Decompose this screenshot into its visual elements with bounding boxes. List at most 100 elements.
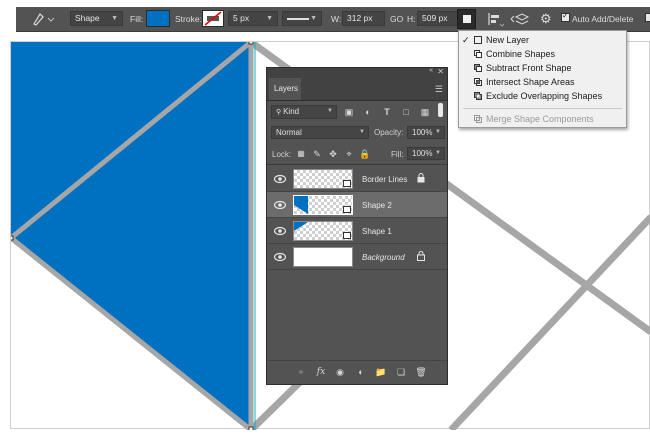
lock-icon bbox=[417, 251, 425, 261]
lock-image-icon[interactable]: ✎ bbox=[311, 148, 323, 160]
menu-item-label: New Layer bbox=[486, 35, 530, 45]
align-left-icon bbox=[488, 13, 505, 27]
menu-item-subtract-front-shape[interactable]: Subtract Front Shape bbox=[459, 61, 626, 75]
height-field[interactable]: 509 px bbox=[417, 11, 460, 26]
stroke-label: Stroke: bbox=[175, 14, 202, 24]
layer-thumbnail bbox=[293, 247, 353, 267]
opacity-field[interactable]: 100% ▼ bbox=[407, 126, 445, 139]
lock-position-icon[interactable]: ✥ bbox=[327, 148, 339, 160]
subtract-front-shape-icon bbox=[474, 64, 482, 72]
tab-layers[interactable]: Layers bbox=[269, 78, 301, 100]
layer-row-background[interactable]: Background bbox=[267, 244, 447, 270]
opacity-label: Opacity: bbox=[374, 128, 404, 137]
link-layers-icon[interactable]: ⚭ bbox=[295, 366, 307, 378]
menu-item-label: Merge Shape Components bbox=[486, 114, 594, 124]
merge-shape-components-icon bbox=[474, 115, 482, 123]
menu-item-label: Intersect Shape Areas bbox=[486, 77, 575, 87]
menu-separator bbox=[463, 108, 622, 109]
menu-item-exclude-overlapping-shapes[interactable]: Exclude Overlapping Shapes bbox=[459, 89, 626, 103]
checkmark-icon: ✓ bbox=[462, 35, 470, 45]
stroke-width-field[interactable]: 5 px ▼ bbox=[228, 11, 278, 26]
divider bbox=[267, 164, 447, 165]
tool-preset-picker[interactable] bbox=[28, 10, 56, 28]
anchor-point bbox=[248, 42, 254, 45]
smart-object-filter-icon[interactable]: ▦ bbox=[419, 106, 431, 118]
menu-item-combine-shapes[interactable]: Combine Shapes bbox=[459, 47, 626, 61]
adjustment-layer-icon[interactable]: ◐ bbox=[355, 366, 367, 378]
stroke-type-select[interactable]: ▼ bbox=[282, 11, 322, 26]
lock-transparency-icon[interactable]: ▦ bbox=[295, 148, 307, 160]
tool-mode-value: Shape bbox=[75, 13, 100, 23]
eye-icon[interactable] bbox=[274, 226, 286, 236]
settings-button[interactable]: ⚙ bbox=[539, 10, 555, 28]
fx-icon[interactable]: fx bbox=[315, 366, 327, 378]
layer-row-shape-1[interactable]: Shape 1 bbox=[267, 218, 447, 244]
menu-item-intersect-shape-areas[interactable]: Intersect Shape Areas bbox=[459, 75, 626, 89]
eye-icon[interactable] bbox=[274, 174, 286, 184]
type-filter-icon[interactable]: T bbox=[381, 106, 393, 118]
intersect-shape-areas-icon bbox=[474, 78, 482, 86]
layer-thumbnail bbox=[293, 169, 353, 189]
adjustment-filter-icon[interactable]: ◐ bbox=[362, 106, 374, 118]
panel-footer: ⚭ fx ◉ ◐ 📁 ❏ 🗑 bbox=[267, 360, 447, 385]
chevron-down-icon: ▼ bbox=[111, 15, 118, 22]
anchor-point bbox=[11, 235, 14, 241]
layers-panel: « ✕ Layers ☰ ⚲ Kind ▼ ▣ ◐ T □ ▦ Normal ▼… bbox=[266, 67, 448, 385]
blend-mode-select[interactable]: Normal ▼ bbox=[271, 126, 369, 139]
combine-shapes-icon bbox=[474, 50, 482, 58]
new-layer-icon[interactable]: ❏ bbox=[395, 366, 407, 378]
lock-artboard-icon[interactable]: ⌖ bbox=[343, 148, 355, 160]
panel-menu-icon[interactable]: ☰ bbox=[435, 84, 443, 95]
fill-color-swatch[interactable] bbox=[146, 10, 170, 27]
chevron-down-icon: ▼ bbox=[310, 15, 317, 22]
path-arrangement-button[interactable] bbox=[509, 10, 533, 28]
tool-mode-select[interactable]: Shape ▼ bbox=[70, 11, 123, 26]
filter-kind-value: Kind bbox=[283, 107, 300, 116]
fill-field[interactable]: 100% ▼ bbox=[407, 147, 445, 160]
path-operations-menu: ✓ New Layer Combine Shapes Subtract Fron… bbox=[458, 30, 627, 128]
panel-header[interactable]: « ✕ bbox=[267, 67, 447, 78]
fill-label: Fill: bbox=[130, 14, 144, 24]
new-layer-op-icon bbox=[474, 36, 482, 44]
lock-label: Lock: bbox=[272, 150, 292, 159]
layer-name: Shape 2 bbox=[362, 201, 392, 210]
close-icon[interactable]: ✕ bbox=[437, 67, 444, 76]
chevron-down-icon: ▼ bbox=[327, 108, 333, 114]
layer-row-shape-2[interactable]: Shape 2 bbox=[267, 192, 447, 218]
stroke-color-swatch[interactable] bbox=[202, 10, 224, 27]
no-color-icon bbox=[204, 11, 222, 26]
link-dimensions-button[interactable]: GO bbox=[390, 14, 403, 24]
width-field[interactable]: 312 px bbox=[342, 11, 385, 26]
vector-mask-icon bbox=[343, 180, 351, 187]
filter-toggle-icon[interactable] bbox=[438, 103, 443, 117]
align-edges-checkbox[interactable] bbox=[645, 13, 650, 22]
path-operations-button[interactable] bbox=[457, 9, 476, 29]
collapse-icon[interactable]: « bbox=[429, 67, 433, 74]
lock-all-icon[interactable]: 🔒 bbox=[359, 148, 371, 160]
pixel-filter-icon[interactable]: ▣ bbox=[343, 106, 355, 118]
width-label: W: bbox=[331, 14, 342, 24]
menu-item-label: Exclude Overlapping Shapes bbox=[486, 91, 603, 101]
layer-list: Border Lines Shape 2 Shape 1 Background bbox=[267, 166, 447, 270]
filter-kind-select[interactable]: ⚲ Kind ▼ bbox=[271, 105, 337, 119]
stroke-width-value: 5 px bbox=[233, 13, 250, 23]
fill-label: Fill: bbox=[391, 150, 404, 159]
width-value: 312 px bbox=[347, 13, 373, 23]
shape-2-triangle[interactable] bbox=[11, 42, 251, 430]
trash-icon[interactable]: 🗑 bbox=[415, 366, 427, 378]
folder-icon[interactable]: 📁 bbox=[375, 366, 387, 378]
path-alignment-button[interactable] bbox=[485, 10, 505, 28]
layer-row-border-lines[interactable]: Border Lines bbox=[267, 166, 447, 192]
eye-icon[interactable] bbox=[274, 200, 286, 210]
blend-mode-value: Normal bbox=[276, 128, 302, 137]
checkmark-icon: ✓ bbox=[562, 11, 569, 20]
eye-icon[interactable] bbox=[274, 252, 286, 262]
menu-item-new-layer[interactable]: ✓ New Layer bbox=[459, 33, 626, 47]
arrange-layers-icon bbox=[510, 13, 530, 25]
shape-filter-icon[interactable]: □ bbox=[400, 106, 412, 118]
options-bar: Shape ▼ Fill: Stroke: 5 px ▼ ▼ W: 312 px… bbox=[16, 7, 650, 32]
add-mask-icon[interactable]: ◉ bbox=[334, 366, 346, 378]
auto-add-delete-checkbox[interactable]: ✓ bbox=[561, 11, 570, 22]
vector-mask-icon bbox=[343, 206, 351, 213]
auto-add-delete-label: Auto Add/Delete bbox=[572, 14, 634, 24]
